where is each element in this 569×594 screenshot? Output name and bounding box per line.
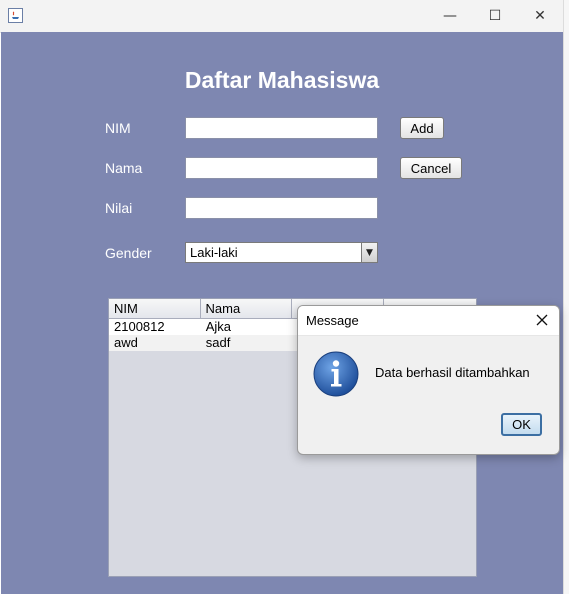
message-dialog: Message Data berhasil ditambahkan OK (297, 305, 560, 455)
info-icon (313, 351, 359, 397)
dialog-titlebar: Message (298, 306, 559, 336)
gender-selected-value: Laki-laki (190, 245, 238, 260)
nama-input[interactable] (185, 157, 378, 179)
table-cell: 2100812 (114, 319, 165, 334)
minimize-button[interactable]: — (427, 0, 473, 32)
close-button[interactable]: ✕ (517, 0, 563, 32)
java-app-icon (8, 8, 23, 23)
gender-select[interactable]: Laki-laki ▼ (185, 242, 378, 263)
nim-input[interactable] (185, 117, 378, 139)
maximize-button[interactable]: ☐ (472, 0, 518, 32)
page-title: Daftar Mahasiswa (184, 67, 380, 93)
nilai-label: Nilai (105, 200, 133, 216)
table-cell: awd (114, 335, 138, 350)
dialog-title: Message (306, 313, 359, 328)
cancel-button[interactable]: Cancel (400, 157, 462, 179)
background-window-edge (563, 0, 569, 594)
dialog-close-icon[interactable] (531, 309, 553, 331)
nim-label: NIM (105, 120, 131, 136)
nilai-input[interactable] (185, 197, 378, 219)
table-cell: sadf (205, 335, 231, 350)
add-button[interactable]: Add (400, 117, 444, 139)
ok-button[interactable]: OK (501, 413, 542, 436)
gender-label: Gender (105, 245, 152, 261)
nama-label: Nama (105, 160, 143, 176)
column-header-nama[interactable]: Nama (200, 299, 292, 319)
dialog-message: Data berhasil ditambahkan (375, 365, 530, 380)
dropdown-arrow-icon[interactable]: ▼ (361, 243, 377, 262)
table-cell: Ajka (205, 319, 232, 334)
window-titlebar: — ☐ ✕ (0, 0, 563, 33)
column-header-nim[interactable]: NIM (109, 299, 201, 319)
